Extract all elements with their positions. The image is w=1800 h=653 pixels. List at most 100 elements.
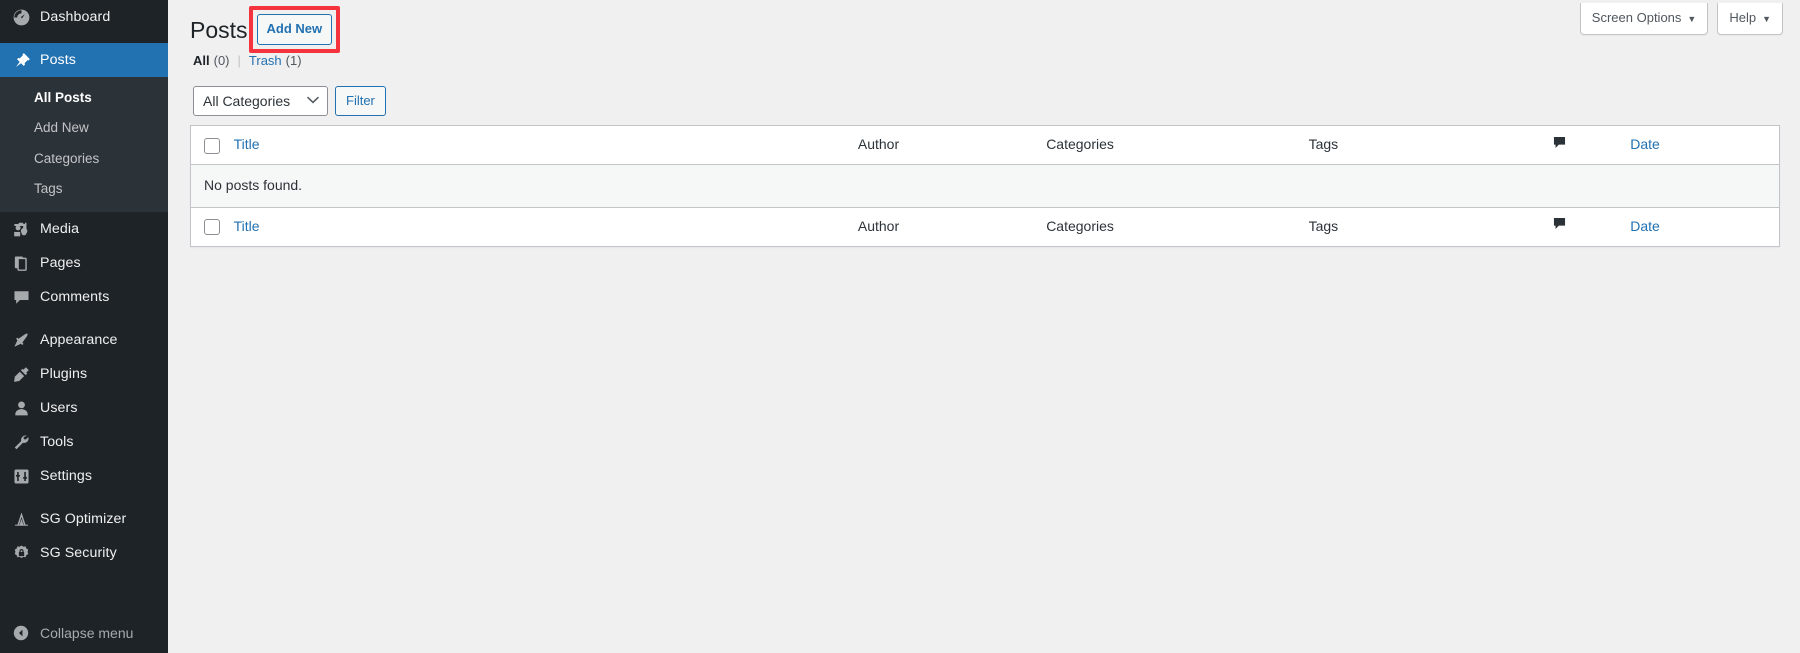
add-new-button[interactable]: Add New xyxy=(257,14,333,45)
column-header-title[interactable]: Title xyxy=(224,126,848,165)
settings-sliders-icon xyxy=(11,466,31,486)
page-header: Posts Add New xyxy=(190,0,1780,48)
sidebar-item-label: Settings xyxy=(40,469,92,483)
sidebar-item-label: SG Security xyxy=(40,546,117,560)
comments-icon xyxy=(11,287,31,307)
view-all[interactable]: All (0) xyxy=(193,48,230,74)
filter-button[interactable]: Filter xyxy=(335,86,386,116)
user-icon xyxy=(11,398,31,418)
sidebar-separator xyxy=(0,493,168,502)
table-foot: Title Author Categories Tags Date xyxy=(191,207,1779,246)
collapse-menu-label: Collapse menu xyxy=(40,625,133,641)
select-all-checkbox[interactable] xyxy=(204,138,220,154)
add-new-highlight-box: Add New xyxy=(249,6,341,53)
table-nav-top: All Categories Filter xyxy=(190,76,1780,125)
submenu-item-categories[interactable]: Categories xyxy=(0,144,168,174)
table-head: Title Author Categories Tags Date xyxy=(191,126,1779,165)
pages-icon xyxy=(11,253,31,273)
main-content: Screen Options ▼ Help ▼ Posts Add New Al… xyxy=(168,0,1800,653)
sidebar-item-pages[interactable]: Pages xyxy=(0,246,168,280)
submenu-item-all-posts[interactable]: All Posts xyxy=(0,83,168,113)
sidebar-item-sg-optimizer[interactable]: SG Optimizer xyxy=(0,502,168,536)
submenu-item-tags[interactable]: Tags xyxy=(0,174,168,204)
sidebar-item-label: Pages xyxy=(40,256,81,270)
comment-bubble-icon xyxy=(1552,135,1567,150)
select-all-checkbox-footer[interactable] xyxy=(204,219,220,235)
sidebar-item-label: Tools xyxy=(40,435,74,449)
content-inner: Posts Add New All (0) | Trash (1) xyxy=(168,0,1800,247)
table-footer-row: Title Author Categories Tags Date xyxy=(191,207,1779,246)
screen-options-label: Screen Options xyxy=(1592,9,1682,27)
chevron-down-icon: ▼ xyxy=(1687,15,1696,24)
sidebar-item-label: Posts xyxy=(40,53,76,67)
sidebar-item-label: SG Optimizer xyxy=(40,512,126,526)
help-button[interactable]: Help ▼ xyxy=(1717,3,1783,35)
column-header-author: Author xyxy=(848,126,1036,165)
sg-optimizer-icon xyxy=(11,509,31,529)
sg-security-shield-gear-icon xyxy=(11,543,31,563)
submenu-item-add-new[interactable]: Add New xyxy=(0,113,168,143)
column-footer-tags: Tags xyxy=(1299,207,1542,246)
media-icon xyxy=(11,219,31,239)
sidebar-item-label: Comments xyxy=(40,290,109,304)
plugin-icon xyxy=(11,364,31,384)
column-footer-date[interactable]: Date xyxy=(1620,207,1779,246)
sidebar-item-dashboard[interactable]: Dashboard xyxy=(0,0,168,34)
sidebar-item-label: Plugins xyxy=(40,367,87,381)
sidebar-item-settings[interactable]: Settings xyxy=(0,459,168,493)
screen-options-button[interactable]: Screen Options ▼ xyxy=(1580,3,1709,35)
help-label: Help xyxy=(1729,9,1756,27)
views-divider: | xyxy=(238,48,241,74)
table-header-row: Title Author Categories Tags Date xyxy=(191,126,1779,165)
column-footer-categories: Categories xyxy=(1036,207,1298,246)
view-all-count: (0) xyxy=(214,48,230,74)
screen-meta-links: Screen Options ▼ Help ▼ xyxy=(1580,3,1783,35)
column-header-categories: Categories xyxy=(1036,126,1298,165)
no-items-message: No posts found. xyxy=(191,165,1779,207)
chevron-down-icon: ▼ xyxy=(1762,15,1771,24)
wrench-icon xyxy=(11,432,31,452)
sidebar-item-label: Users xyxy=(40,401,78,415)
column-header-tags: Tags xyxy=(1299,126,1542,165)
sidebar-item-plugins[interactable]: Plugins xyxy=(0,357,168,391)
sidebar-separator xyxy=(0,314,168,323)
sidebar-item-posts[interactable]: Posts xyxy=(0,43,168,77)
column-footer-author: Author xyxy=(848,207,1036,246)
no-items-row: No posts found. xyxy=(191,165,1779,207)
category-filter-wrapper: All Categories xyxy=(193,86,328,116)
appearance-brush-icon xyxy=(11,330,31,350)
sidebar-item-label: Media xyxy=(40,222,79,236)
sidebar-item-label: Appearance xyxy=(40,333,118,347)
sort-title-link-footer[interactable]: Title xyxy=(234,218,260,234)
sort-title-link[interactable]: Title xyxy=(234,136,260,152)
comment-bubble-icon xyxy=(1552,216,1567,231)
column-footer-title[interactable]: Title xyxy=(224,207,848,246)
table-body: No posts found. xyxy=(191,165,1779,207)
sidebar-item-media[interactable]: Media xyxy=(0,212,168,246)
column-header-comments[interactable] xyxy=(1542,126,1620,165)
wp-admin-screen: Dashboard Posts All Posts Add New Catego… xyxy=(0,0,1800,653)
sidebar-item-tools[interactable]: Tools xyxy=(0,425,168,459)
sidebar-item-comments[interactable]: Comments xyxy=(0,280,168,314)
column-header-date[interactable]: Date xyxy=(1620,126,1779,165)
collapse-menu-button[interactable]: Collapse menu xyxy=(0,613,168,653)
pin-icon xyxy=(11,50,31,70)
sidebar-item-appearance[interactable]: Appearance xyxy=(0,323,168,357)
select-all-footer-header xyxy=(191,207,224,246)
sidebar-item-sg-security[interactable]: SG Security xyxy=(0,536,168,570)
sidebar-item-users[interactable]: Users xyxy=(0,391,168,425)
post-status-views: All (0) | Trash (1) xyxy=(190,48,1780,76)
dashboard-icon xyxy=(11,7,31,27)
sidebar-item-label: Dashboard xyxy=(40,10,110,24)
collapse-arrow-icon xyxy=(11,623,31,643)
sort-date-link-footer[interactable]: Date xyxy=(1630,218,1660,234)
category-filter-select[interactable]: All Categories xyxy=(193,86,328,116)
sort-date-link[interactable]: Date xyxy=(1630,136,1660,152)
page-title: Posts xyxy=(190,7,248,50)
select-all-header xyxy=(191,126,224,165)
admin-sidebar: Dashboard Posts All Posts Add New Catego… xyxy=(0,0,168,653)
view-all-link[interactable]: All xyxy=(193,48,210,74)
posts-submenu: All Posts Add New Categories Tags xyxy=(0,77,168,212)
column-footer-comments[interactable] xyxy=(1542,207,1620,246)
posts-list-table: Title Author Categories Tags Date xyxy=(190,125,1780,247)
